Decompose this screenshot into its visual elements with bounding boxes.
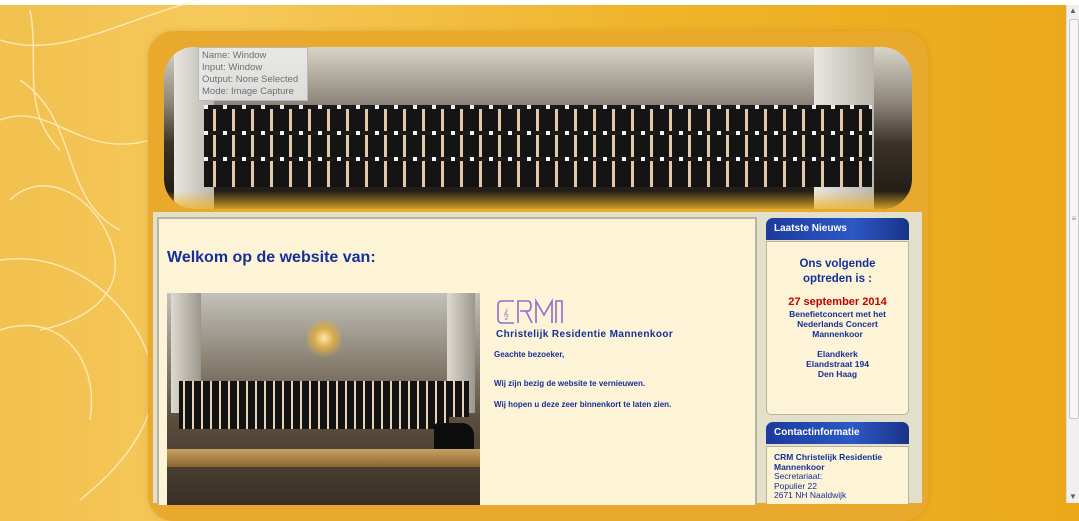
news-box: Ons volgende optreden is : 27 september … [766, 241, 909, 415]
news-desc-line3: Mannenkoor [812, 329, 863, 339]
news-title-line2: optreden is : [802, 273, 872, 285]
tooltip-output: Output: None Selected [202, 74, 299, 85]
scroll-up-icon[interactable]: ▲ [1067, 5, 1079, 17]
tooltip-mode: Mode: Image Capture [202, 86, 294, 97]
notice-paragraph-2: Wij hopen u deze zeer binnenkort te late… [494, 400, 672, 409]
news-location: Elandkerk Elandstraat 194 Den Haag [767, 349, 908, 379]
contact-header: Contactinformatie [766, 422, 909, 444]
svg-text:𝄞: 𝄞 [503, 308, 509, 320]
news-city: Den Haag [817, 369, 858, 379]
news-street: Elandstraat 194 [806, 359, 869, 369]
news-title-line1: Ons volgende [799, 258, 876, 270]
scroll-down-icon[interactable]: ▼ [1067, 491, 1079, 503]
news-title: Ons volgende optreden is : [767, 257, 908, 287]
vertical-scrollbar[interactable]: ▲ ≡ ▼ [1066, 5, 1079, 503]
welcome-heading: Welkom op de website van: [167, 249, 376, 266]
contact-postal: 2671 NH Naaldwijk [774, 490, 847, 500]
news-date: 27 september 2014 [788, 296, 887, 308]
tooltip-input: Input: Window [202, 62, 263, 73]
tooltip-name: Name: Window [202, 50, 267, 61]
greeting-text: Geachte bezoeker, [494, 350, 565, 359]
news-desc-line1: Benefietconcert met het [789, 309, 886, 319]
news-heading: Laatste Nieuws [774, 223, 847, 234]
news-header: Laatste Nieuws [766, 218, 909, 240]
scrollbar-thumb[interactable]: ≡ [1069, 19, 1079, 419]
org-name: Christelijk Residentie Mannenkoor [496, 329, 674, 340]
main-content-panel: Welkom op de website van: 𝄞 Christelijk … [157, 217, 757, 505]
choir-photo [167, 293, 480, 505]
news-venue: Elandkerk [817, 349, 858, 359]
contact-heading: Contactinformatie [774, 427, 860, 438]
capture-tooltip: Name: Window Input: Window Output: None … [198, 47, 308, 101]
news-description: Benefietconcert met het Nederlands Conce… [767, 309, 908, 339]
scroll-grip-icon: ≡ [1071, 214, 1077, 223]
notice-paragraph-1: Wij zijn bezig de website te vernieuwen. [494, 379, 646, 388]
contact-box: CRM Christelijk Residentie Mannenkoor Se… [766, 446, 909, 504]
news-desc-line2: Nederlands Concert [797, 319, 878, 329]
crm-logo-icon: 𝄞 [497, 297, 563, 324]
